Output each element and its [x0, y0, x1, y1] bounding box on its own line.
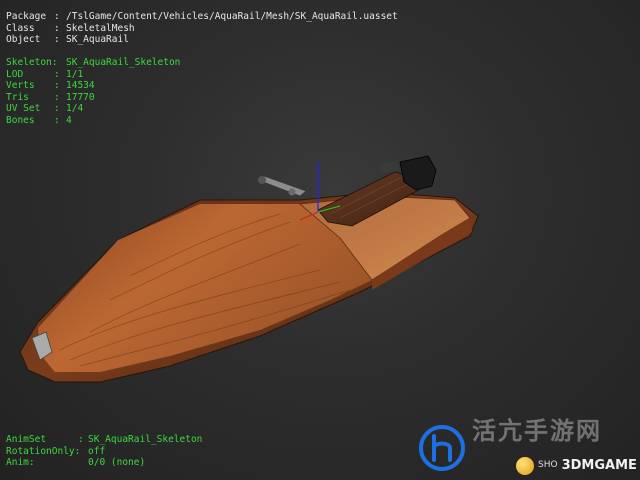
info-key: Anim:	[6, 457, 35, 468]
info-value: 1/1	[66, 68, 84, 80]
info-sep: :	[54, 34, 60, 45]
info-row: UV Set:1/4	[6, 103, 180, 115]
asset-info-panel: Package: /TslGame/Content/Vehicles/AquaRa…	[6, 11, 398, 46]
info-row: LOD:1/1	[6, 69, 180, 81]
info-key: Verts	[6, 80, 35, 91]
info-key: Bones	[6, 114, 35, 126]
info-key: UV Set	[6, 103, 41, 114]
info-row: Tris:17770	[6, 92, 180, 104]
info-sep: :	[54, 80, 60, 91]
info-sep	[78, 446, 88, 458]
info-sep: :	[54, 114, 60, 126]
info-sep: :	[54, 91, 60, 103]
info-value: 4	[66, 114, 72, 126]
info-key: Class	[6, 22, 35, 34]
gold-ball-logo-icon	[516, 457, 534, 475]
info-value: 17770	[66, 91, 95, 103]
info-row: Bones:4	[6, 115, 180, 127]
mesh-stats-panel: Skeleton: SK_AquaRail_Skeleton LOD:1/1 Vert…	[6, 57, 180, 126]
info-value: SK_AquaRail	[66, 34, 129, 45]
info-key: Tris	[6, 91, 29, 103]
info-sep	[54, 57, 66, 69]
info-row: AnimSet: SK_AquaRail_Skeleton	[6, 434, 202, 446]
info-key: Package	[6, 11, 47, 22]
info-key: Object	[6, 34, 41, 45]
info-row: Skeleton: SK_AquaRail_Skeleton	[6, 57, 180, 69]
info-value: /TslGame/Content/Vehicles/AquaRail/Mesh/…	[66, 11, 398, 22]
info-value: 0/0 (none)	[88, 457, 146, 468]
info-row: RotationOnly: off	[6, 446, 202, 458]
info-value: SK_AquaRail_Skeleton	[88, 434, 203, 445]
info-value: 14534	[66, 80, 95, 91]
info-sep	[78, 457, 88, 469]
info-sep: :	[54, 68, 60, 80]
info-row: Verts:14534	[6, 80, 180, 92]
watermark-brand-big: 3DMGAME	[561, 458, 637, 474]
info-value: SkeletalMesh	[66, 22, 135, 34]
phone-circle-logo-icon	[419, 425, 465, 471]
info-value: SK_AquaRail_Skeleton	[66, 57, 181, 68]
info-key: RotationOnly:	[6, 445, 81, 457]
info-row: Package: /TslGame/Content/Vehicles/AquaRa…	[6, 11, 398, 23]
watermark-brand: SHO 3DMGAME	[516, 456, 637, 476]
info-value: 1/4	[66, 103, 84, 114]
info-sep: :	[54, 11, 60, 22]
info-sep: :	[54, 103, 60, 114]
anim-info-panel: AnimSet: SK_AquaRail_Skeleton RotationOnly…	[6, 434, 202, 469]
watermark-brand-small: SHO	[538, 460, 558, 471]
info-row: Object: SK_AquaRail	[6, 34, 398, 46]
info-key: Skeleton:	[6, 57, 58, 68]
mesh-viewer-viewport[interactable]: Package: /TslGame/Content/Vehicles/AquaRa…	[0, 0, 640, 480]
info-key: LOD	[6, 68, 24, 80]
info-sep: :	[54, 22, 60, 34]
info-value: off	[88, 445, 106, 457]
info-row: Anim: 0/0 (none)	[6, 457, 202, 469]
watermark-cn-text: 活亢手游网	[472, 417, 602, 445]
info-sep: :	[78, 434, 84, 445]
info-key: AnimSet	[6, 434, 47, 445]
info-row: Class: SkeletalMesh	[6, 23, 398, 35]
